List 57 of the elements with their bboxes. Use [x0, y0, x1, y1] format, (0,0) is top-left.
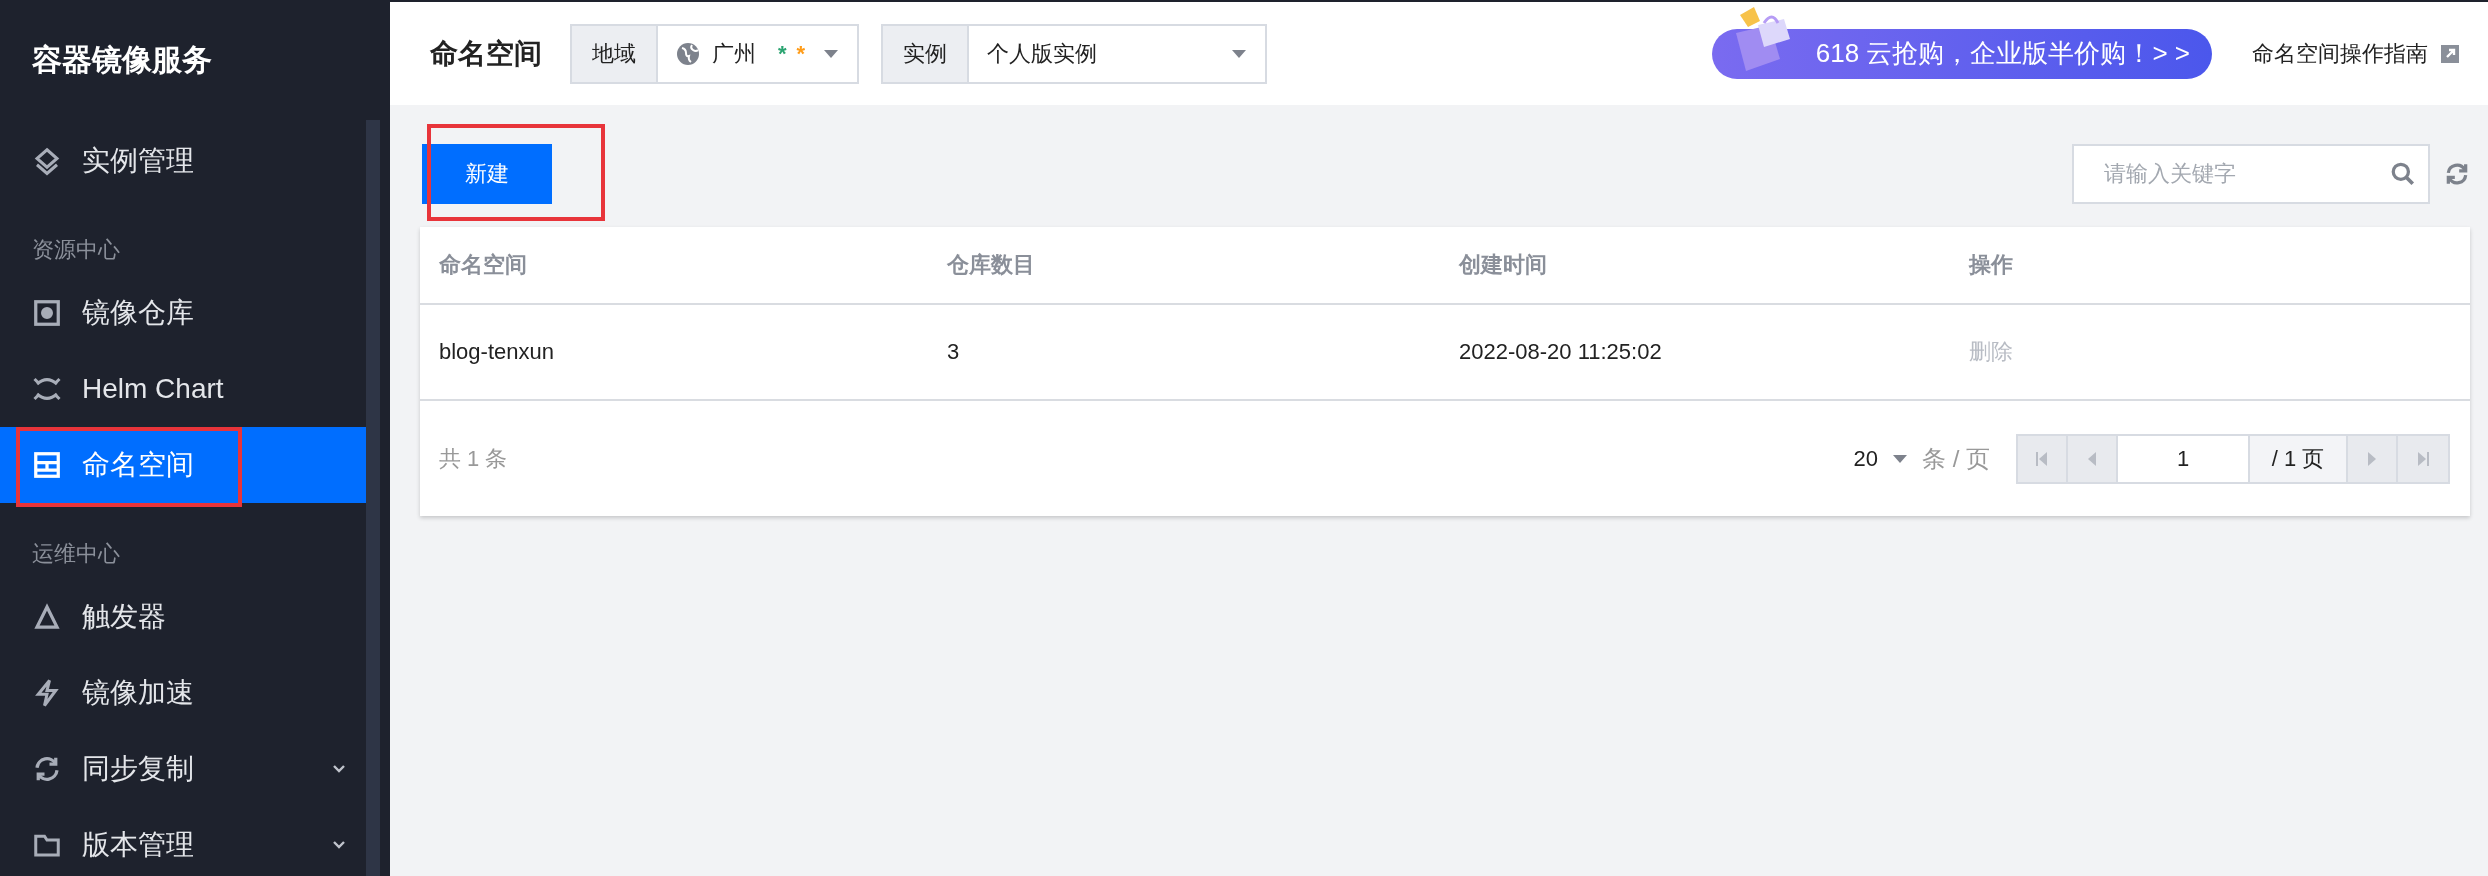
instance-select[interactable]: 实例 个人版实例 [881, 23, 1268, 84]
search-input[interactable]: 请输入关键字 [2102, 160, 2390, 188]
pager[interactable]: 1 / 1 页 [2016, 433, 2450, 484]
page-title: 命名空间 [430, 36, 542, 71]
search-icon [2390, 161, 2416, 187]
triangle-right-icon [2367, 450, 2377, 467]
masked-mark: * [796, 40, 806, 66]
sidebar-item[interactable]: 镜像仓库 [0, 275, 366, 351]
page-size-select[interactable]: 20 [1853, 445, 1878, 472]
per-page-label: 条 / 页 [1922, 443, 1990, 474]
caret-down-icon [823, 48, 840, 59]
column-header: 操作 [1969, 251, 2014, 279]
select-label: 实例 [883, 25, 970, 82]
table-cell-text: 3 [947, 339, 961, 365]
table-cell-text: 2022-08-20 11:25:02 [1459, 339, 1663, 365]
triangle-nodes-icon [32, 602, 62, 632]
region-select[interactable]: 地域 广州 * * [570, 23, 860, 84]
column-header: 创建时间 [1459, 251, 1548, 279]
triangle-left-icon [2087, 450, 2097, 467]
sidebar-item[interactable]: 版本管理 [0, 807, 366, 876]
globe-icon [676, 41, 700, 66]
column-header: 仓库数目 [947, 251, 1036, 279]
masked-mark: * [778, 40, 787, 66]
select-label: 地域 [572, 25, 658, 82]
next-page-button[interactable] [2348, 435, 2398, 482]
new-button[interactable]: 新建 [422, 144, 552, 204]
menu-group-label: 运维中心 [31, 540, 121, 568]
search-field[interactable]: 请输入关键字 [2072, 144, 2430, 204]
product-title: 容器镜像服务 [31, 42, 213, 78]
menu-group-label: 资源中心 [31, 236, 121, 264]
caret-down-icon [1231, 48, 1248, 59]
external-link-icon [2440, 43, 2460, 64]
table-cell-text: blog-tenxun [439, 339, 555, 365]
page-total: / 1 页 [2250, 435, 2348, 482]
sidebar-item[interactable]: 镜像加速 [0, 655, 366, 731]
layers-icon [32, 146, 62, 176]
total-count: 共 1 条 [439, 444, 508, 473]
sync-icon [32, 754, 62, 784]
first-page-button[interactable] [2018, 435, 2068, 482]
grid-icon [32, 450, 62, 480]
last-page-icon [2416, 450, 2430, 467]
refresh-icon[interactable] [2444, 161, 2470, 187]
prev-page-button[interactable] [2068, 435, 2118, 482]
caret-down-icon [1892, 453, 1908, 464]
last-page-button[interactable] [2398, 435, 2448, 482]
promo-banner[interactable]: 618 云抢购，企业版半价购！> > [1711, 28, 2212, 79]
sidebar-item[interactable]: 同步复制 [0, 731, 366, 807]
square-target-icon [32, 298, 62, 328]
sidebar-item[interactable]: 触发器 [0, 579, 366, 655]
column-header: 命名空间 [439, 251, 528, 279]
sidebar-item[interactable]: Helm Chart [0, 351, 366, 427]
instance-value: 个人版实例 [987, 39, 1098, 68]
region-value: 广州 [712, 39, 756, 68]
first-page-icon [2035, 450, 2049, 467]
guide-link[interactable]: 命名空间操作指南 [2252, 38, 2460, 69]
scrollbar[interactable] [366, 120, 380, 876]
sidebar-item[interactable]: 实例管理 [0, 123, 366, 199]
